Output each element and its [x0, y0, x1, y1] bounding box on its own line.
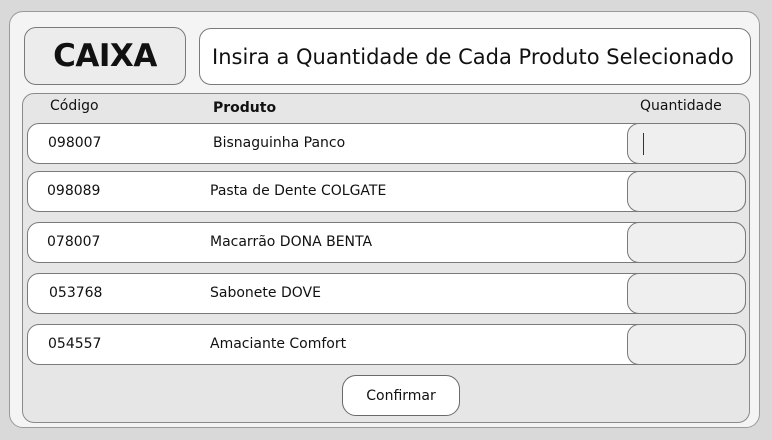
table-row: 098089 Pasta de Dente COLGATE	[27, 171, 746, 212]
quantity-input[interactable]	[627, 171, 746, 212]
table-row: 078007 Macarrão DONA BENTA	[27, 222, 746, 263]
column-header-code: Código	[50, 98, 99, 114]
quantity-input[interactable]	[627, 123, 746, 164]
column-header-product: Produto	[213, 100, 277, 116]
product-name: Sabonete DOVE	[210, 285, 321, 301]
quantity-input[interactable]	[627, 324, 746, 365]
table-row: 054557 Amaciante Comfort	[27, 324, 746, 365]
product-name: Bisnaguinha Panco	[213, 135, 346, 151]
confirm-button[interactable]: Confirmar	[342, 375, 460, 416]
caixa-label: CAIXA	[24, 27, 186, 85]
product-code: 078007	[47, 234, 101, 250]
product-code: 053768	[49, 285, 103, 301]
product-name: Amaciante Comfort	[210, 336, 347, 352]
quantity-input[interactable]	[627, 222, 746, 263]
text-cursor	[643, 133, 644, 155]
product-name: Pasta de Dente COLGATE	[210, 183, 387, 199]
product-code: 054557	[48, 336, 102, 352]
quantity-input[interactable]	[627, 273, 746, 314]
product-code: 098089	[47, 183, 101, 199]
table-row: 098007 Bisnaguinha Panco	[27, 123, 746, 164]
product-name: Macarrão DONA BENTA	[210, 234, 373, 250]
product-code: 098007	[48, 135, 102, 151]
instruction-banner: Insira a Quantidade de Cada Produto Sele…	[199, 28, 751, 85]
column-header-quantity: Quantidade	[640, 98, 722, 114]
table-row: 053768 Sabonete DOVE	[27, 273, 746, 314]
